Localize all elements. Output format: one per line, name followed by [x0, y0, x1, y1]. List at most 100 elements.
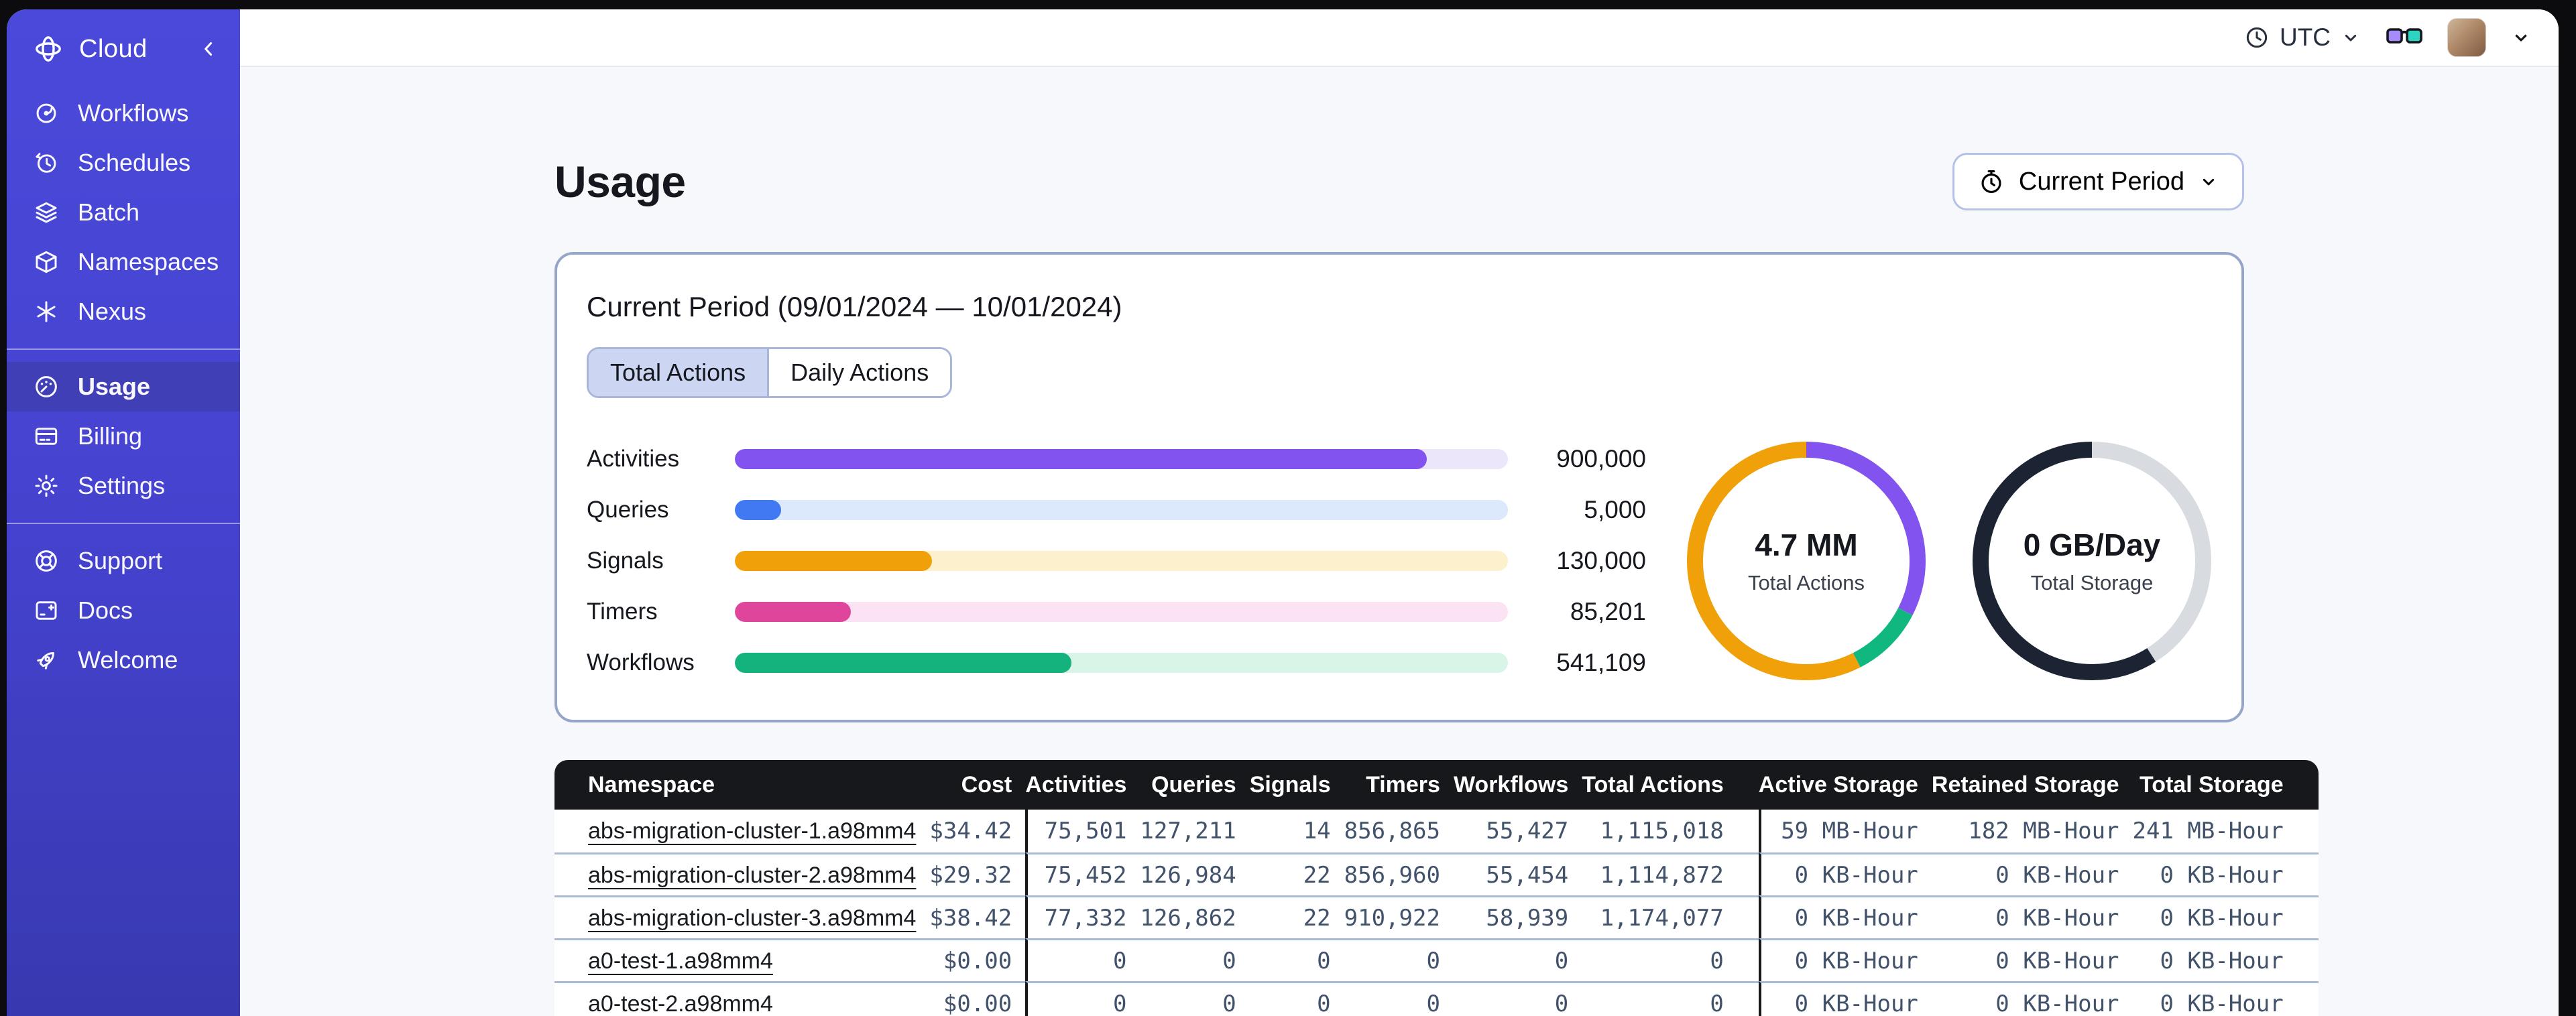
bar-value: 85,201 — [1570, 598, 1646, 625]
table-cell: 126,984 — [1140, 852, 1250, 895]
table-cell: 0 KB-Hour — [1758, 938, 1932, 981]
period-selector-label: Current Period — [2018, 167, 2184, 196]
timezone-label: UTC — [2279, 23, 2331, 51]
sidebar-collapse-button[interactable] — [197, 38, 220, 60]
batch-icon — [32, 198, 60, 227]
sidebar-divider — [7, 348, 240, 350]
namespace-link[interactable]: abs-migration-cluster-3.a98mm4 — [588, 905, 916, 931]
chart-area: Activities 900,000 Queries 5,000 Signals 130,… — [587, 441, 2212, 681]
table-cell: 127,211 — [1140, 810, 1250, 852]
sidebar-item-namespaces[interactable]: Namespaces — [7, 237, 240, 287]
table-cell: 0 KB-Hour — [1931, 938, 2133, 981]
table-cell: 0 KB-Hour — [1758, 852, 1932, 895]
table-cell: 0 KB-Hour — [1931, 895, 2133, 938]
bar-track — [735, 500, 1508, 520]
table-cell: 0 — [1249, 981, 1344, 1016]
sidebar-item-billing[interactable]: Billing — [7, 411, 240, 461]
bar-row-workflows: Workflows 541,109 — [587, 649, 1646, 677]
sidebar-item-schedules[interactable]: Schedules — [7, 138, 240, 188]
bar-track — [735, 449, 1508, 469]
namespaces-icon — [32, 248, 60, 276]
table-cell: 77,332 — [1025, 895, 1140, 938]
sidebar-item-welcome[interactable]: Welcome — [7, 635, 240, 685]
table-cell: 0 — [1140, 938, 1250, 981]
stopwatch-icon — [1981, 170, 2001, 193]
bar-fill — [735, 449, 1427, 469]
chevron-down-icon — [2345, 34, 2357, 42]
table-cell: 0 — [1344, 981, 1454, 1016]
table-cell: 0 KB-Hour — [2132, 852, 2319, 895]
sidebar-item-label: Settings — [78, 472, 166, 499]
column-header-workflows: Workflows — [1453, 760, 1582, 810]
app-window: Cloud Workflows Schedules Batch Namespaces N… — [7, 9, 2559, 1016]
glasses-icon[interactable] — [2386, 24, 2423, 51]
table-cell: 182 MB-Hour — [1931, 810, 2133, 852]
sidebar-item-usage[interactable]: Usage — [7, 362, 240, 411]
sidebar-item-nexus[interactable]: Nexus — [7, 287, 240, 336]
brand-label: Cloud — [79, 34, 148, 63]
column-header-cost: Cost — [929, 760, 1026, 810]
table-cell: 58,939 — [1453, 895, 1582, 938]
bar-label: Signals — [587, 548, 664, 574]
table-cell: 0 — [1453, 981, 1582, 1016]
bar-track — [735, 653, 1508, 673]
period-selector-button[interactable]: Current Period — [1952, 153, 2244, 210]
table-cell: 0 — [1140, 981, 1250, 1016]
sidebar-item-support[interactable]: Support — [7, 536, 240, 586]
sidebar-item-workflows[interactable]: Workflows — [7, 88, 240, 138]
table-cell: 22 — [1249, 895, 1344, 938]
sidebar-item-batch[interactable]: Batch — [7, 188, 240, 237]
topbar: UTC — [240, 9, 2559, 67]
namespace-cell: a0-test-2.a98mm4 — [554, 981, 930, 1016]
usage-summary-card: Current Period (09/01/2024 — 10/01/2024)… — [554, 252, 2244, 722]
table-cell: 0 — [1025, 938, 1140, 981]
namespace-link[interactable]: abs-migration-cluster-2.a98mm4 — [588, 863, 916, 888]
tab-total-actions[interactable]: Total Actions — [589, 349, 768, 396]
namespace-cell: a0-test-1.a98mm4 — [554, 938, 930, 981]
table-cell: 0 KB-Hour — [1758, 895, 1932, 938]
table-row: abs-migration-cluster-3.a98mm4 $38.42 77,3… — [554, 895, 2319, 938]
timezone-select[interactable]: UTC — [2243, 23, 2361, 52]
total-actions-donut: 4.7 MM Total Actions — [1686, 441, 1926, 681]
sidebar-item-label: Batch — [78, 198, 140, 226]
donut-charts: 4.7 MM Total Actions 0 GB/Day Total Stor… — [1686, 441, 2212, 681]
namespace-link[interactable]: a0-test-2.a98mm4 — [588, 991, 773, 1016]
bar-label: Workflows — [587, 649, 695, 676]
table-cell: 0 KB-Hour — [2132, 895, 2319, 938]
column-header-timers: Timers — [1344, 760, 1454, 810]
sidebar-item-docs[interactable]: Docs — [7, 586, 240, 635]
bar-value: 5,000 — [1584, 496, 1646, 523]
sidebar-item-label: Namespaces — [78, 248, 219, 275]
table-cell: $0.00 — [929, 938, 1026, 981]
total-actions-label: Total Actions — [1747, 571, 1865, 594]
nexus-icon — [32, 298, 60, 326]
table-cell: 75,501 — [1025, 810, 1140, 852]
table-cell: 0 KB-Hour — [2132, 938, 2319, 981]
table-cell: 0 — [1582, 938, 1759, 981]
user-avatar[interactable] — [2447, 18, 2486, 57]
table-cell: 22 — [1249, 852, 1344, 895]
namespace-link[interactable]: abs-migration-cluster-1.a98mm4 — [588, 818, 916, 844]
sidebar-item-settings[interactable]: Settings — [7, 461, 240, 511]
tab-daily-actions[interactable]: Daily Actions — [767, 349, 951, 396]
table-cell: $38.42 — [929, 895, 1026, 938]
card-title: Current Period (09/01/2024 — 10/01/2024) — [587, 291, 1122, 322]
table-cell: 59 MB-Hour — [1758, 810, 1932, 852]
column-header-total-actions: Total Actions — [1582, 760, 1759, 810]
table-row: abs-migration-cluster-2.a98mm4 $29.32 75,4… — [554, 852, 2319, 895]
docs-icon — [32, 596, 60, 625]
namespace-link[interactable]: a0-test-1.a98mm4 — [588, 948, 773, 974]
table-cell: 0 KB-Hour — [1931, 981, 2133, 1016]
table-cell: 0 — [1453, 938, 1582, 981]
table-cell: 55,427 — [1453, 810, 1582, 852]
table-row: a0-test-2.a98mm4 $0.00 0 0 0 0 0 0 0 KB-Hour 0 KB… — [554, 981, 2319, 1016]
bar-track — [735, 551, 1508, 571]
table-cell: 241 MB-Hour — [2132, 810, 2319, 852]
actions-tab-group: Total Actions Daily Actions — [587, 347, 953, 398]
bar-row-activities: Activities 900,000 — [587, 445, 1646, 473]
table-cell: 856,865 — [1344, 810, 1454, 852]
table-cell: 0 KB-Hour — [2132, 981, 2319, 1016]
workflows-icon — [32, 99, 60, 127]
user-menu-button[interactable] — [2510, 27, 2532, 48]
sidebar-item-label: Usage — [78, 373, 151, 400]
